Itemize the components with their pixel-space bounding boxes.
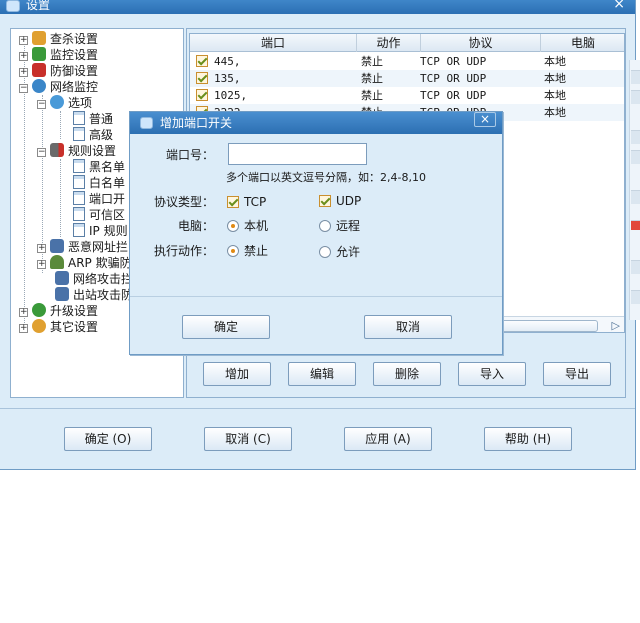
dialog-title: 增加端口开关 — [160, 116, 233, 130]
window-title: 设置 — [26, 0, 51, 12]
import-button[interactable]: 导入 — [458, 362, 526, 386]
tree-item-defense-settings[interactable]: + 防御设置 — [19, 63, 98, 79]
umbrella-icon — [32, 47, 46, 61]
tree-item-general[interactable]: 普通 — [73, 111, 113, 127]
dialog-ok-button[interactable]: 确定 — [182, 315, 270, 339]
computer-icon — [55, 287, 69, 301]
radio-unselected-icon — [319, 246, 331, 258]
ok-button[interactable]: 确定 (O) — [64, 427, 152, 451]
port-hint: 多个端口以英文逗号分隔，如：2,4-8,10 — [226, 171, 426, 184]
background-window-edge — [629, 60, 640, 320]
checkbox-checked-icon — [227, 196, 239, 208]
tree-item-monitor-settings[interactable]: + 监控设置 — [19, 47, 98, 63]
tree-item-advanced[interactable]: 高级 — [73, 127, 113, 143]
window-close-button[interactable]: × — [613, 0, 625, 11]
action-label: 执行动作： — [153, 244, 214, 258]
table-row[interactable]: 1025, 禁止 TCP OR UDP 本地 — [190, 87, 624, 104]
help-button[interactable]: 帮助 (H) — [484, 427, 572, 451]
table-row[interactable]: 135, 禁止 TCP OR UDP 本地 — [190, 70, 624, 87]
tree-item-port-switch[interactable]: 端口开 — [73, 191, 126, 207]
document-icon — [73, 111, 85, 125]
title-bar[interactable]: 设置 × — [0, 0, 635, 14]
dialog-close-button[interactable]: × — [474, 112, 496, 127]
tree-item-options[interactable]: − 选项 — [37, 95, 92, 111]
other-gear-icon — [32, 319, 46, 333]
radio-selected-icon — [227, 220, 239, 232]
expand-icon[interactable]: + — [37, 244, 46, 253]
tree-item-outbound-attack[interactable]: 出站攻击防 — [55, 287, 133, 303]
app-icon — [6, 0, 20, 12]
document-icon — [73, 191, 85, 205]
tree-item-upgrade-settings[interactable]: + 升级设置 — [19, 303, 98, 319]
tree-item-other-settings[interactable]: + 其它设置 — [19, 319, 98, 335]
tree-item-ip-rules[interactable]: IP 规则 — [73, 223, 128, 239]
checkbox-checked-icon — [319, 195, 331, 207]
apply-button[interactable]: 应用 (A) — [344, 427, 432, 451]
column-header-computer[interactable]: 电脑 — [541, 34, 624, 52]
delete-button[interactable]: 删除 — [373, 362, 441, 386]
port-input[interactable] — [228, 143, 367, 165]
scroll-right-arrow-icon[interactable]: ▷ — [612, 319, 620, 332]
document-icon — [73, 207, 85, 221]
dialog-title-bar[interactable]: 增加端口开关 × — [130, 112, 502, 134]
tree-item-arp-defense[interactable]: + ARP 欺骗防 — [37, 255, 132, 271]
export-button[interactable]: 导出 — [543, 362, 611, 386]
footer-divider — [0, 408, 635, 409]
document-icon — [73, 159, 85, 173]
add-button[interactable]: 增加 — [203, 362, 271, 386]
computer-label: 电脑： — [177, 219, 214, 233]
column-header-action[interactable]: 动作 — [357, 34, 421, 52]
dialog-cancel-button[interactable]: 取消 — [364, 315, 452, 339]
collapse-icon[interactable]: − — [19, 84, 28, 93]
row-checkbox[interactable] — [196, 72, 208, 84]
cancel-button[interactable]: 取消 (C) — [204, 427, 292, 451]
protocol-label: 协议类型： — [153, 195, 214, 209]
add-port-dialog: 增加端口开关 × 端口号： 多个端口以英文逗号分隔，如：2,4-8,10 协议类… — [129, 111, 503, 355]
tree-item-network-attack[interactable]: 网络攻击拦 — [55, 271, 133, 287]
dialog-body: 端口号： 多个端口以英文逗号分隔，如：2,4-8,10 协议类型： TCP UD… — [130, 134, 502, 296]
column-header-port[interactable]: 端口 — [190, 34, 357, 52]
collapse-icon[interactable]: − — [37, 100, 46, 109]
row-checkbox[interactable] — [196, 89, 208, 101]
options-gear-icon — [50, 95, 64, 109]
tree-item-trusted-zone[interactable]: 可信区 — [73, 207, 125, 223]
rules-icon — [50, 143, 64, 157]
port-label: 端口号： — [165, 148, 214, 162]
network-globe-icon — [32, 79, 46, 93]
dialog-app-icon — [140, 117, 153, 129]
table-header: 端口 动作 协议 电脑 — [190, 34, 624, 52]
computer-icon — [50, 239, 64, 253]
shield-icon — [32, 63, 46, 77]
table-row[interactable]: 445, 禁止 TCP OR UDP 本地 — [190, 53, 624, 70]
tree-item-whitelist[interactable]: 白名单 — [73, 175, 125, 191]
document-icon — [73, 127, 85, 141]
edit-button[interactable]: 编辑 — [288, 362, 356, 386]
expand-icon[interactable]: + — [19, 36, 28, 45]
search-scan-icon — [32, 31, 46, 45]
expand-icon[interactable]: + — [37, 260, 46, 269]
person-icon — [50, 255, 64, 269]
document-icon — [73, 175, 85, 189]
expand-icon[interactable]: + — [19, 52, 28, 61]
tree-item-malicious-url[interactable]: + 恶意网址拦 — [37, 239, 128, 255]
expand-icon[interactable]: + — [19, 308, 28, 317]
column-header-protocol[interactable]: 协议 — [421, 34, 541, 52]
radio-unselected-icon — [319, 220, 331, 232]
tree-item-network-monitor[interactable]: − 网络监控 — [19, 79, 98, 95]
dialog-footer: 确定 取消 — [130, 296, 502, 356]
upgrade-globe-icon — [32, 303, 46, 317]
radio-selected-icon — [227, 245, 239, 257]
row-checkbox[interactable] — [196, 55, 208, 67]
expand-icon[interactable]: + — [19, 324, 28, 333]
computer-icon — [55, 271, 69, 285]
tree-item-blacklist[interactable]: 黑名单 — [73, 159, 125, 175]
tree-item-scan-settings[interactable]: + 查杀设置 — [19, 31, 98, 47]
document-icon — [73, 223, 85, 237]
collapse-icon[interactable]: − — [37, 148, 46, 157]
expand-icon[interactable]: + — [19, 68, 28, 77]
tree-item-rule-settings[interactable]: − 规则设置 — [37, 143, 116, 159]
